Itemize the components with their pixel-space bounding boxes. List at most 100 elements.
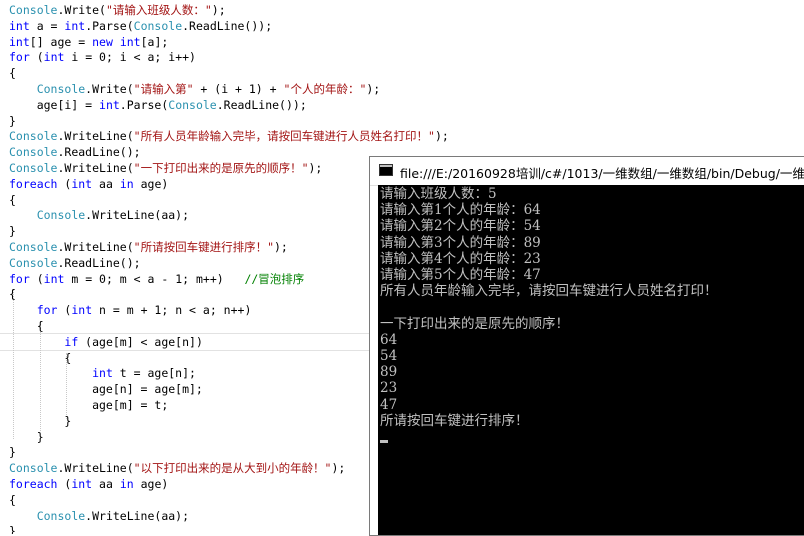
- code-token: .Parse(: [85, 18, 134, 33]
- code-token: (: [57, 303, 72, 318]
- code-token: int: [71, 176, 93, 191]
- code-token: }: [9, 413, 72, 428]
- code-token: .WriteLine(: [57, 240, 134, 254]
- code-line: age[m] = t;: [9, 397, 168, 413]
- code-line: {: [9, 350, 71, 366]
- code-token: {: [9, 287, 16, 302]
- code-token: (: [29, 271, 44, 286]
- code-token: //冒泡排序: [244, 271, 305, 286]
- code-line: Console.WriteLine("以下打印出来的是从大到小的年龄！");: [9, 460, 345, 476]
- code-line: }: [9, 429, 44, 445]
- code-token: int: [9, 18, 30, 33]
- code-line: age[n] = age[m];: [9, 381, 203, 397]
- code-token: "以下打印出来的是从大到小的年龄！": [133, 461, 332, 476]
- code-token: "请输入班级人数：": [105, 3, 212, 17]
- code-token: "个人的年龄：": [283, 82, 367, 96]
- code-token: foreach: [9, 176, 58, 191]
- code-token: Console: [36, 82, 86, 96]
- code-token: int: [9, 34, 30, 49]
- code-token: (: [29, 50, 44, 65]
- code-token: Console: [9, 145, 58, 160]
- console-line: 请输入第4个人的年龄：23: [380, 250, 541, 267]
- code-token: new: [92, 34, 113, 49]
- code-line: {: [9, 492, 16, 508]
- code-line: Console.ReadLine();: [9, 144, 141, 160]
- code-token: Console: [9, 129, 58, 144]
- code-line: }: [9, 413, 71, 429]
- console-output[interactable]: 请输入班级人数：5 请输入第1个人的年龄：64 请输入第2个人的年龄：54 请输入第3…: [378, 185, 804, 535]
- code-token: .Write(: [85, 82, 134, 96]
- code-token: in: [119, 176, 134, 191]
- code-token: if: [64, 334, 79, 349]
- code-token: int: [71, 477, 93, 491]
- code-token: int: [43, 50, 65, 65]
- code-token: aa: [92, 176, 120, 191]
- console-line: 23: [380, 380, 398, 397]
- code-token: Console: [9, 3, 58, 17]
- code-token: for: [9, 271, 30, 286]
- code-token: Console: [36, 208, 86, 223]
- code-token: (age[m] < age[n]): [78, 334, 203, 349]
- code-token: + (i + 1) +: [193, 82, 284, 96]
- code-token: age[n] = age[m];: [9, 382, 203, 397]
- code-token: .Write(: [57, 3, 106, 17]
- code-line: int[] age = new int[a];: [9, 34, 168, 50]
- console-line: 请输入第1个人的年龄：64: [380, 202, 541, 219]
- code-token: Console: [168, 97, 217, 112]
- console-line: 请输入第3个人的年龄：89: [380, 234, 541, 251]
- code-line: for (int i = 0; i < a; i++): [9, 49, 196, 65]
- console-line: 所有人员年龄输入完毕，请按回车键进行人员姓名打印！: [380, 283, 718, 300]
- code-token: .ReadLine());: [182, 18, 273, 33]
- code-line: Console.WriteLine(aa);: [9, 508, 189, 524]
- code-line: Console.ReadLine();: [9, 255, 141, 271]
- code-token: int: [43, 271, 65, 286]
- code-token: m = 0; m < a - 1; m++): [64, 271, 245, 286]
- console-title: file:///E:/20160928培训/c#/1013/一维数组/一维数组/…: [400, 166, 804, 181]
- code-token: {: [9, 66, 16, 81]
- code-token: .WriteLine(: [57, 461, 134, 476]
- code-token: int: [64, 18, 86, 33]
- code-token: "一下打印出来的是原先的顺序！": [133, 161, 309, 175]
- code-token: [] age =: [29, 34, 93, 49]
- code-token: }: [9, 224, 16, 239]
- code-token: for: [9, 50, 30, 65]
- code-token: Console: [36, 508, 86, 523]
- code-token: );: [274, 240, 288, 254]
- code-token: }: [9, 445, 16, 460]
- code-token: in: [119, 477, 134, 491]
- code-token: .WriteLine(aa);: [85, 508, 190, 523]
- code-token: age): [133, 176, 169, 191]
- code-token: age[m] = t;: [9, 398, 169, 412]
- code-line: if (age[m] < age[n]): [9, 334, 203, 350]
- code-line: {: [9, 286, 16, 302]
- code-token: "请输入第": [133, 82, 194, 96]
- code-token: [a];: [140, 34, 169, 49]
- console-line: 89: [380, 364, 398, 381]
- console-line: 64: [380, 331, 398, 348]
- code-line: Console.WriteLine("所有人员年龄输入完毕，请按回车键进行人员姓…: [9, 128, 449, 144]
- code-token: (: [57, 477, 72, 491]
- code-line: Console.WriteLine("一下打印出来的是原先的顺序！");: [9, 160, 322, 176]
- console-window[interactable]: file:///E:/20160928培训/c#/1013/一维数组/一维数组/…: [369, 156, 804, 536]
- code-line: {: [9, 65, 16, 81]
- code-token: {: [9, 319, 44, 333]
- code-token: int: [92, 366, 113, 381]
- code-token: );: [211, 3, 226, 17]
- code-line: Console.WriteLine("所请按回车键进行排序！");: [9, 239, 288, 255]
- code-token: .ReadLine());: [216, 97, 307, 112]
- code-token: );: [366, 82, 381, 96]
- code-token: );: [331, 461, 346, 476]
- code-token: age): [133, 477, 169, 491]
- code-token: Console: [9, 255, 58, 270]
- code-token: Console: [9, 161, 58, 175]
- code-line: int t = age[n];: [9, 365, 196, 381]
- console-title-bar[interactable]: file:///E:/20160928培训/c#/1013/一维数组/一维数组/…: [370, 157, 804, 186]
- code-line: Console.Write("请输入班级人数：");: [9, 2, 226, 18]
- code-token: );: [435, 129, 449, 144]
- code-line: foreach (int aa in age): [9, 176, 168, 192]
- code-token: {: [9, 192, 16, 207]
- code-token: a =: [29, 18, 65, 33]
- code-line: {: [9, 192, 16, 208]
